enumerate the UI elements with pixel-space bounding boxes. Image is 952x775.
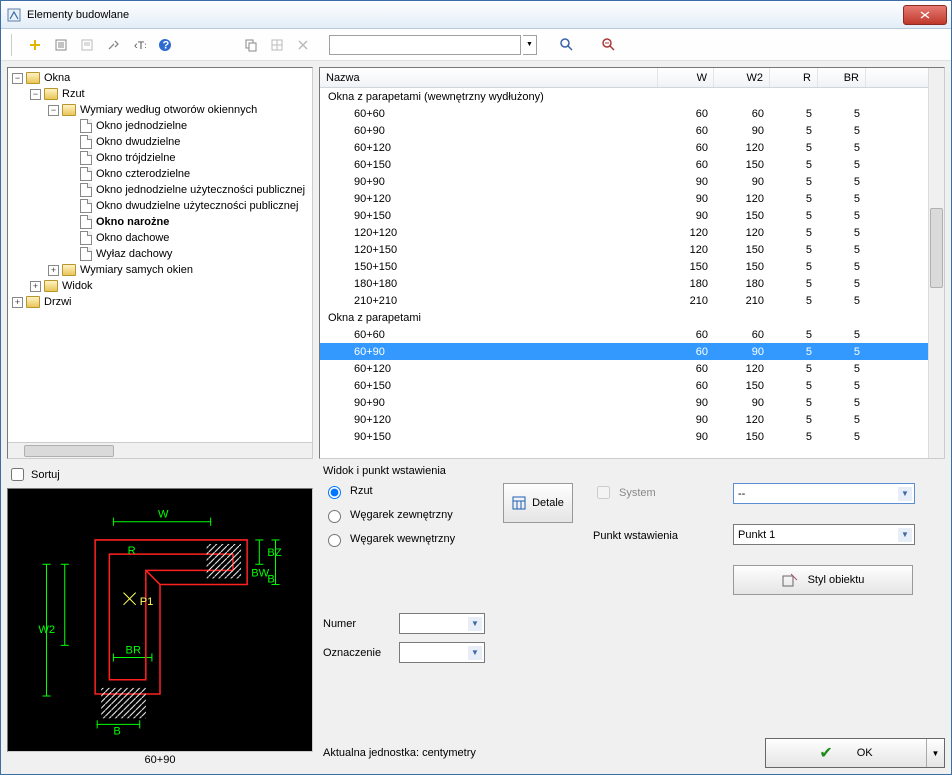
radio-wegarek-wew[interactable]: Węgarek wewnętrzny xyxy=(323,531,483,547)
sort-label: Sortuj xyxy=(31,469,60,481)
details-icon xyxy=(512,496,526,510)
tree-item[interactable]: Okno jednodzielne użyteczności publiczne… xyxy=(66,182,310,198)
style-icon xyxy=(782,573,798,587)
oznaczenie-label: Oznaczenie xyxy=(323,647,387,659)
svg-text:B: B xyxy=(113,726,120,738)
svg-text:‹T›: ‹T› xyxy=(134,40,146,52)
col-br[interactable]: BR xyxy=(818,68,866,87)
svg-text:?: ? xyxy=(163,39,170,51)
system-checkbox xyxy=(597,486,610,499)
preview-label: 60+90 xyxy=(7,752,313,768)
unit-text: Aktualna jednostka: centymetry xyxy=(323,747,476,759)
text-icon[interactable]: ‹T› xyxy=(127,33,151,57)
properties-icon[interactable] xyxy=(49,33,73,57)
system-combo[interactable]: --▼ xyxy=(733,483,915,504)
list-item[interactable]: 60+60606055 xyxy=(320,326,944,343)
ok-dropdown[interactable]: ▼ xyxy=(926,739,944,767)
tools-icon[interactable] xyxy=(101,33,125,57)
list-group[interactable]: Okna z parapetami xyxy=(320,309,944,326)
delete-icon[interactable] xyxy=(291,33,315,57)
dialog-window: Elementy budowlane ‹T› ? ▼ −Okna xyxy=(0,0,952,775)
tree-item[interactable]: Okno dachowe xyxy=(66,230,310,246)
find-icon[interactable] xyxy=(597,33,621,57)
list-group[interactable]: Okna z parapetami (wewnętrzny wydłużony) xyxy=(320,88,944,105)
punkt-combo[interactable]: Punkt 1▼ xyxy=(733,524,915,545)
list-item[interactable]: 60+90609055 xyxy=(320,343,944,360)
svg-text:R: R xyxy=(128,545,136,557)
new-icon[interactable] xyxy=(23,33,47,57)
list-item[interactable]: 60+1206012055 xyxy=(320,360,944,377)
tree-item[interactable]: Okno trójdzielne xyxy=(66,150,310,166)
style-button[interactable]: Styl obiektu xyxy=(733,565,913,595)
list-item[interactable]: 150+15015015055 xyxy=(320,258,944,275)
preview-canvas: W W2 R BR BZ B BW B P1 xyxy=(7,488,313,752)
svg-text:BZ: BZ xyxy=(267,547,281,559)
numer-combo[interactable]: ▼ xyxy=(399,613,485,634)
list-item[interactable]: 180+18018018055 xyxy=(320,275,944,292)
sort-checkbox[interactable] xyxy=(11,468,24,481)
window-title: Elementy budowlane xyxy=(27,9,129,21)
search-icon[interactable] xyxy=(555,33,579,57)
tree-item[interactable]: Okno dwudzielne xyxy=(66,134,310,150)
list-item[interactable]: 60+60606055 xyxy=(320,105,944,122)
col-name[interactable]: Nazwa xyxy=(320,68,658,87)
tree-item[interactable]: Okno dwudzielne użyteczności publicznej xyxy=(66,198,310,214)
list-view[interactable]: Nazwa W W2 R BR Okna z parapetami (wewnę… xyxy=(319,67,945,459)
copy-icon[interactable] xyxy=(239,33,263,57)
radio-rzut[interactable]: Rzut xyxy=(323,483,483,499)
ok-button[interactable]: ✔OK ▼ xyxy=(765,738,945,768)
list-header: Nazwa W W2 R BR xyxy=(320,68,944,88)
list-item[interactable]: 60+1506015055 xyxy=(320,377,944,394)
svg-text:P1: P1 xyxy=(140,596,154,608)
tree-h-scrollbar[interactable] xyxy=(8,442,312,458)
tree-item[interactable]: Okno czterodzielne xyxy=(66,166,310,182)
list-item[interactable]: 90+90909055 xyxy=(320,173,944,190)
list-item[interactable]: 90+1209012055 xyxy=(320,411,944,428)
list-item[interactable]: 120+12012012055 xyxy=(320,224,944,241)
svg-text:BR: BR xyxy=(126,644,141,656)
check-icon: ✔ xyxy=(819,743,832,763)
list-item[interactable]: 90+1509015055 xyxy=(320,428,944,445)
search-dropdown[interactable]: ▼ xyxy=(523,35,537,55)
list-item[interactable]: 60+90609055 xyxy=(320,122,944,139)
list-item[interactable]: 60+1506015055 xyxy=(320,156,944,173)
details-button[interactable]: Detale xyxy=(503,483,573,523)
titlebar: Elementy budowlane xyxy=(1,1,951,29)
col-w2[interactable]: W2 xyxy=(714,68,770,87)
svg-text:BW: BW xyxy=(251,567,269,579)
tree-item[interactable]: Wyłaz dachowy xyxy=(66,246,310,262)
close-button[interactable] xyxy=(903,5,947,25)
list-item[interactable]: 60+1206012055 xyxy=(320,139,944,156)
tree-item[interactable]: Okno jednodzielne xyxy=(66,118,310,134)
app-icon xyxy=(7,8,21,22)
list-v-scrollbar[interactable] xyxy=(928,68,944,458)
tree-item[interactable]: Okno narożne xyxy=(66,214,310,230)
list-icon[interactable] xyxy=(75,33,99,57)
radio-wegarek-zew[interactable]: Węgarek zewnętrzny xyxy=(323,507,483,523)
list-item[interactable]: 210+21021021055 xyxy=(320,292,944,309)
oznaczenie-combo[interactable]: ▼ xyxy=(399,642,485,663)
numer-label: Numer xyxy=(323,618,387,630)
toolbar: ‹T› ? ▼ xyxy=(1,29,951,61)
svg-text:W: W xyxy=(158,509,169,521)
list-item[interactable]: 90+90909055 xyxy=(320,394,944,411)
table-icon[interactable] xyxy=(265,33,289,57)
col-r[interactable]: R xyxy=(770,68,818,87)
help-icon[interactable]: ? xyxy=(153,33,177,57)
svg-text:W2: W2 xyxy=(38,624,55,636)
system-checkbox-row: System xyxy=(593,483,713,502)
col-w[interactable]: W xyxy=(658,68,714,87)
search-input[interactable] xyxy=(329,35,521,55)
tree-view[interactable]: −Okna −Rzut −Wymiary według otworów okie… xyxy=(7,67,313,459)
section-title: Widok i punkt wstawienia xyxy=(323,465,945,477)
list-item[interactable]: 90+1209012055 xyxy=(320,190,944,207)
list-item[interactable]: 90+1509015055 xyxy=(320,207,944,224)
punkt-label: Punkt wstawienia xyxy=(593,530,713,542)
list-item[interactable]: 120+15012015055 xyxy=(320,241,944,258)
